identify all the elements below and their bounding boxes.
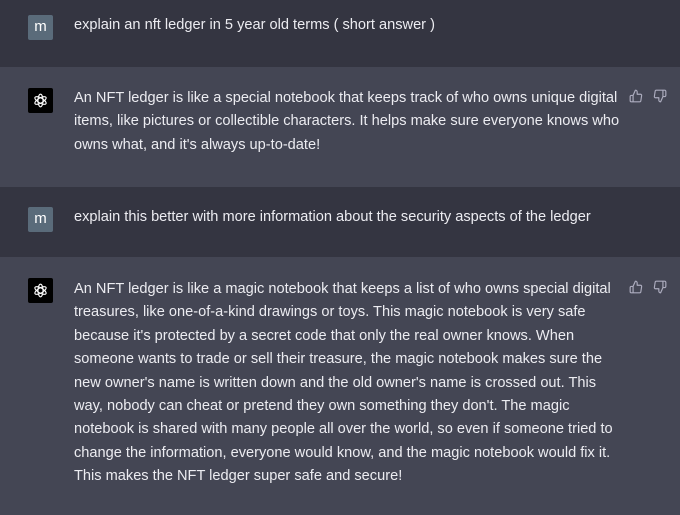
thumbs-down-icon (653, 89, 666, 102)
user-avatar: m (28, 15, 53, 40)
user-message: m explain this better with more informat… (0, 187, 680, 257)
assistant-message: An NFT ledger is like a special notebook… (0, 67, 680, 187)
openai-logo-icon (34, 93, 47, 108)
user-avatar-letter: m (34, 18, 47, 35)
message-text: explain an nft ledger in 5 year old term… (74, 17, 435, 33)
assistant-message: An NFT ledger is like a magic notebook t… (0, 257, 680, 515)
assistant-avatar (28, 88, 53, 113)
message-text: An NFT ledger is like a special notebook… (74, 90, 620, 153)
thumbs-up-icon (629, 280, 642, 293)
thumbs-up-button[interactable] (628, 279, 643, 294)
feedback-buttons (628, 88, 667, 103)
message-text: explain this better with more informatio… (74, 209, 591, 225)
assistant-avatar (28, 278, 53, 303)
user-message: m explain an nft ledger in 5 year old te… (0, 0, 680, 67)
user-avatar: m (28, 207, 53, 232)
feedback-buttons (628, 279, 667, 294)
thumbs-down-button[interactable] (652, 88, 667, 103)
thumbs-up-icon (629, 89, 642, 102)
openai-logo-icon (34, 283, 47, 298)
user-avatar-letter: m (34, 210, 47, 227)
message-text: An NFT ledger is like a magic notebook t… (74, 281, 613, 485)
thumbs-down-button[interactable] (652, 279, 667, 294)
thumbs-up-button[interactable] (628, 88, 643, 103)
thumbs-down-icon (653, 280, 666, 293)
